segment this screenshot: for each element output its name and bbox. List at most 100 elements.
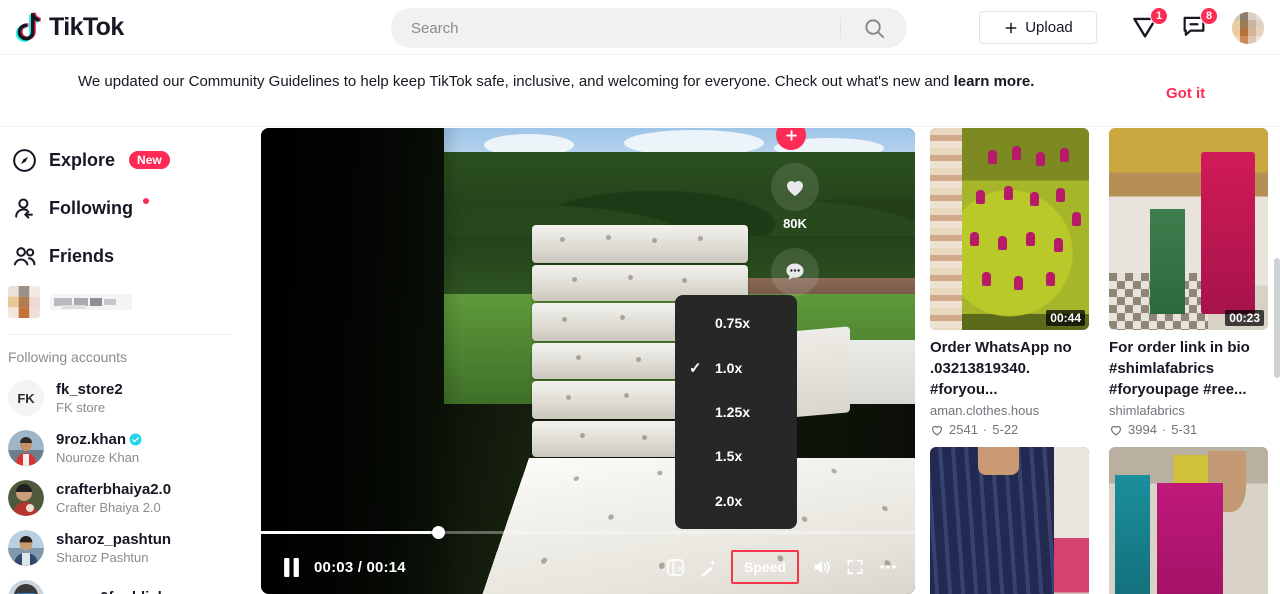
heart-outline-icon bbox=[1110, 425, 1122, 436]
player-controls: 00:03 / 00:14 a Speed bbox=[261, 524, 915, 594]
learn-more-link[interactable]: learn more. bbox=[954, 73, 1035, 90]
search-input[interactable] bbox=[391, 19, 840, 37]
video-thumbnail[interactable]: 00:23 bbox=[1109, 128, 1268, 330]
account-username: sharoz_pashtun bbox=[56, 530, 172, 548]
pause-icon bbox=[284, 557, 299, 577]
account-username: crafterbhaiya2.0 bbox=[56, 480, 172, 498]
top-header: TikTok Upload 1 bbox=[0, 0, 1280, 55]
captions-icon: a bbox=[667, 558, 684, 576]
account-displayname: Crafter Bhaiya 2.0 bbox=[56, 499, 161, 515]
person-arrow-icon bbox=[8, 192, 40, 224]
thumbnail-art bbox=[1109, 128, 1268, 330]
comment-action[interactable] bbox=[771, 248, 819, 296]
account-username: power0fpublish ... bbox=[56, 589, 184, 594]
like-action[interactable]: 80K bbox=[771, 163, 819, 231]
like-count: 2541 bbox=[949, 422, 978, 437]
upload-label: Upload bbox=[1025, 19, 1073, 36]
sidebar-label-following: Following bbox=[49, 197, 133, 218]
volume-button[interactable] bbox=[811, 552, 833, 582]
speed-option-4[interactable]: 2.0x bbox=[675, 483, 797, 519]
banner-text: We updated our Community Guidelines to h… bbox=[78, 71, 1138, 93]
speed-button[interactable]: Speed bbox=[731, 550, 799, 584]
speed-option-0[interactable]: 0.75x bbox=[675, 305, 797, 341]
sidebar-item-friends[interactable]: Friends bbox=[0, 232, 240, 280]
heart-outline-icon bbox=[931, 425, 943, 436]
progress-fill bbox=[261, 531, 438, 534]
recommendation-card[interactable]: 00:23 For order link in bio #shimlafabri… bbox=[1109, 128, 1268, 437]
compass-icon bbox=[8, 144, 40, 176]
inbox-badge: 1 bbox=[1150, 7, 1168, 25]
video-author[interactable]: shimlafabrics bbox=[1109, 403, 1268, 418]
got-it-button[interactable]: Got it bbox=[1166, 85, 1205, 102]
video-author[interactable]: aman.clothes.hous bbox=[930, 403, 1089, 418]
logo-text: TikTok bbox=[49, 12, 124, 41]
sidebar-account-9roz.khan[interactable]: 9roz.khan Nouroze Khan bbox=[0, 423, 240, 473]
speed-option-label: 1.0x bbox=[715, 359, 743, 376]
avatar: FK bbox=[8, 380, 44, 416]
upload-button[interactable]: Upload bbox=[979, 11, 1097, 44]
pause-button[interactable] bbox=[283, 552, 300, 582]
sidebar-account-fk_store2[interactable]: FK fk_store2 FK store bbox=[0, 373, 240, 423]
thumbnail-art bbox=[1109, 447, 1268, 594]
search-button[interactable] bbox=[841, 8, 907, 48]
recommendations-grid: 00:44 Order WhatsApp no .03213819340. #f… bbox=[930, 128, 1280, 594]
meta-separator: · bbox=[1161, 422, 1167, 437]
username-text: 9roz.khan bbox=[56, 430, 127, 448]
time-display: 00:03 / 00:14 bbox=[314, 558, 406, 576]
account-displayname: Nouroze Khan bbox=[56, 449, 140, 465]
sidebar-label-friends: Friends bbox=[49, 245, 115, 266]
avatar bbox=[8, 580, 44, 594]
following-accounts-title: Following accounts bbox=[8, 349, 128, 365]
recommendation-card[interactable] bbox=[930, 447, 1089, 594]
avatar[interactable] bbox=[1232, 12, 1264, 44]
sidebar-account-power0fpublish[interactable]: power0fpublish ... bbox=[0, 573, 240, 594]
like-button[interactable] bbox=[771, 163, 819, 211]
banner-message: We updated our Community Guidelines to h… bbox=[78, 73, 954, 90]
sidebar-item-profile[interactable] bbox=[0, 280, 240, 324]
video-player[interactable]: 80K 00:03 / 00:14 a Speed bbox=[261, 128, 915, 594]
messages-badge: 8 bbox=[1200, 7, 1218, 25]
clear-mode-button[interactable] bbox=[698, 552, 719, 582]
video-thumbnail[interactable] bbox=[1109, 447, 1268, 594]
messages-button[interactable]: 8 bbox=[1180, 7, 1218, 44]
tiktok-logo[interactable]: TikTok bbox=[16, 12, 124, 42]
post-date: 5-22 bbox=[992, 422, 1019, 437]
video-meta: 3994 · 5-31 bbox=[1109, 422, 1268, 437]
plus-icon bbox=[785, 129, 797, 141]
following-notification-dot bbox=[142, 198, 149, 204]
video-thumbnail[interactable] bbox=[930, 447, 1089, 594]
speed-option-1[interactable]: ✓ 1.0x bbox=[675, 350, 797, 386]
captions-button[interactable]: a bbox=[665, 552, 686, 582]
sidebar-item-following[interactable]: Following bbox=[0, 184, 240, 232]
sidebar-item-explore[interactable]: Explore New bbox=[0, 136, 240, 184]
speed-option-2[interactable]: 1.25x bbox=[675, 394, 797, 430]
sidebar-account-crafterbhaiya2.0[interactable]: crafterbhaiya2.0 Crafter Bhaiya 2.0 bbox=[0, 473, 240, 523]
speed-option-3[interactable]: 1.5x bbox=[675, 438, 797, 474]
recommendations-scrollbar[interactable] bbox=[1274, 258, 1280, 378]
account-displayname: FK store bbox=[56, 399, 106, 415]
account-displayname: Sharoz Pashtun bbox=[56, 549, 149, 565]
recommendation-card[interactable] bbox=[1109, 447, 1268, 594]
inbox-button[interactable]: 1 bbox=[1130, 7, 1168, 44]
account-username: 9roz.khan bbox=[56, 431, 142, 449]
search-icon bbox=[864, 18, 884, 38]
speed-menu[interactable]: 0.75x ✓ 1.0x 1.25x 1.5x 2.0x bbox=[675, 295, 797, 529]
progress-bar[interactable] bbox=[261, 526, 915, 539]
left-sidebar: Explore New Following Friends Following … bbox=[0, 128, 240, 594]
avatar bbox=[8, 430, 44, 466]
svg-text:FK: FK bbox=[17, 391, 35, 406]
post-date: 5-31 bbox=[1171, 422, 1198, 437]
plus-icon bbox=[1005, 22, 1017, 33]
more-options-button[interactable] bbox=[877, 552, 899, 582]
recommendation-card[interactable]: 00:44 Order WhatsApp no .03213819340. #f… bbox=[930, 128, 1089, 437]
account-text: crafterbhaiya2.0 Crafter Bhaiya 2.0 bbox=[56, 481, 171, 516]
video-thumbnail[interactable]: 00:44 bbox=[930, 128, 1089, 330]
speed-option-label: 0.75x bbox=[715, 315, 751, 332]
account-username: fk_store2 bbox=[56, 380, 123, 398]
comment-button[interactable] bbox=[771, 248, 819, 296]
fullscreen-button[interactable] bbox=[845, 552, 865, 582]
thumbnail-art bbox=[930, 128, 1089, 330]
video-title: Order WhatsApp no .03213819340. #foryou.… bbox=[930, 339, 1072, 398]
search-bar[interactable] bbox=[391, 8, 907, 48]
sidebar-account-sharoz_pashtun[interactable]: sharoz_pashtun Sharoz Pashtun bbox=[0, 523, 240, 573]
